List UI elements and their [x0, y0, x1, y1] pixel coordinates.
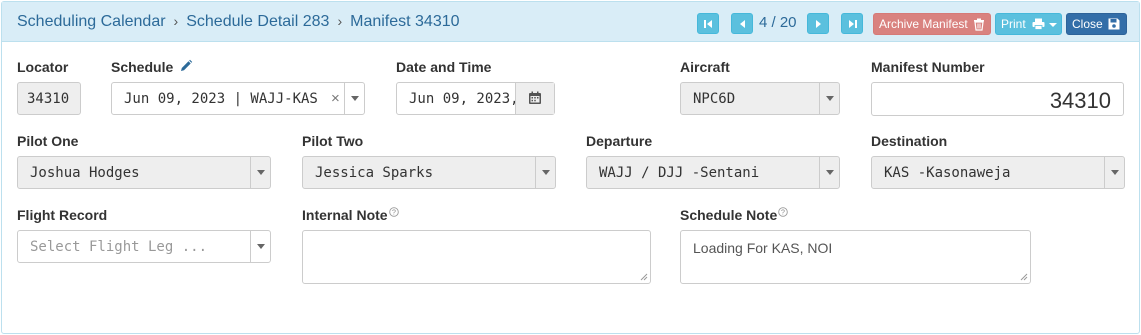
- calendar-button[interactable]: [515, 83, 554, 114]
- close-button[interactable]: Close: [1066, 13, 1127, 35]
- departure-label: Departure: [586, 133, 653, 149]
- pilot-one-label: Pilot One: [17, 133, 79, 149]
- manifest-number-value: 34310: [1049, 88, 1111, 113]
- departure-select[interactable]: WAJJ / DJJ -Sentani: [586, 156, 840, 189]
- chevron-down-icon[interactable]: [819, 83, 839, 114]
- pilot-one-value: Joshua Hodges: [30, 165, 140, 181]
- page-indicator: 4 / 20: [759, 14, 797, 31]
- pilot-one-select[interactable]: Joshua Hodges: [17, 156, 271, 189]
- internal-note-label: Internal Note?: [302, 207, 399, 223]
- archive-manifest-label: Archive Manifest: [879, 17, 968, 31]
- locator-value: 34310: [27, 91, 70, 107]
- help-icon[interactable]: ?: [388, 207, 399, 217]
- breadcrumb-separator: ›: [337, 13, 343, 29]
- chevron-down-icon[interactable]: [1104, 157, 1124, 188]
- svg-text:?: ?: [781, 210, 785, 217]
- destination-select[interactable]: KAS -Kasonaweja: [871, 156, 1125, 189]
- locator-field: 34310: [17, 82, 81, 115]
- date-time-label: Date and Time: [396, 59, 492, 75]
- internal-note-textarea[interactable]: [302, 230, 651, 284]
- destination-value: KAS -Kasonaweja: [884, 165, 1011, 181]
- floppy-disk-icon: [1108, 18, 1120, 30]
- date-time-field[interactable]: Jun 09, 2023, 0: [396, 82, 555, 115]
- last-page-button[interactable]: [841, 13, 863, 34]
- help-icon[interactable]: ?: [778, 207, 789, 217]
- aircraft-select[interactable]: NPC6D: [680, 82, 840, 115]
- clear-x-icon[interactable]: ×: [331, 90, 340, 107]
- print-label: Print: [1001, 17, 1026, 31]
- first-page-button[interactable]: [697, 13, 719, 34]
- schedule-value: Jun 09, 2023 | WAJJ-KAS |…: [124, 91, 324, 107]
- resize-grip-icon[interactable]: [1020, 273, 1028, 281]
- flight-record-select[interactable]: Select Flight Leg ...: [17, 230, 271, 263]
- manifest-number-label: Manifest Number: [871, 59, 985, 75]
- last-page-icon: [849, 20, 857, 28]
- trash-icon: [974, 18, 984, 31]
- schedule-label-text: Schedule: [111, 59, 174, 75]
- destination-label: Destination: [871, 133, 948, 149]
- schedule-note-label-text: Schedule Note: [680, 207, 778, 223]
- aircraft-label: Aircraft: [680, 59, 730, 75]
- pilot-two-value: Jessica Sparks: [315, 165, 434, 181]
- pilot-two-select[interactable]: Jessica Sparks: [302, 156, 556, 189]
- calendar-icon: [529, 91, 541, 104]
- chevron-down-icon[interactable]: [344, 83, 364, 114]
- breadcrumb: Scheduling Calendar › Schedule Detail 283 ›…: [17, 13, 460, 31]
- pencil-icon[interactable]: [179, 59, 193, 73]
- resize-grip-icon[interactable]: [640, 273, 648, 281]
- pilot-two-label: Pilot Two: [302, 133, 364, 149]
- svg-text:?: ?: [392, 210, 396, 217]
- schedule-note-label: Schedule Note?: [680, 207, 789, 223]
- manifest-number-field[interactable]: 34310: [871, 82, 1124, 116]
- breadcrumb-scheduling-calendar[interactable]: Scheduling Calendar: [17, 13, 166, 30]
- date-time-value: Jun 09, 2023, 0: [409, 91, 515, 107]
- manifest-panel: Scheduling Calendar › Schedule Detail 283 ›…: [1, 1, 1140, 334]
- flight-record-placeholder: Select Flight Leg ...: [30, 239, 208, 255]
- breadcrumb-schedule-detail[interactable]: Schedule Detail 283: [186, 13, 329, 30]
- flight-record-label: Flight Record: [17, 207, 108, 223]
- print-button[interactable]: Print: [995, 13, 1062, 35]
- internal-note-label-text: Internal Note: [302, 207, 388, 223]
- chevron-down-icon[interactable]: [819, 157, 839, 188]
- chevron-down-icon[interactable]: [250, 157, 270, 188]
- locator-label: Locator: [17, 59, 69, 75]
- prev-page-button[interactable]: [731, 13, 753, 34]
- schedule-note-value: Loading For KAS, NOI: [693, 240, 833, 256]
- archive-manifest-button[interactable]: Archive Manifest: [873, 13, 991, 35]
- first-page-icon: [704, 20, 712, 28]
- departure-value: WAJJ / DJJ -Sentani: [599, 165, 760, 181]
- breadcrumb-separator: ›: [173, 13, 179, 29]
- aircraft-value: NPC6D: [693, 91, 736, 107]
- next-page-icon: [816, 20, 821, 28]
- chevron-down-icon[interactable]: [535, 157, 555, 188]
- next-page-button[interactable]: [807, 13, 829, 34]
- printer-icon: [1032, 18, 1045, 30]
- prev-page-icon: [740, 20, 745, 28]
- chevron-down-icon[interactable]: [250, 231, 270, 262]
- panel-header: Scheduling Calendar › Schedule Detail 283 ›…: [2, 2, 1139, 42]
- chevron-down-icon: [1049, 23, 1057, 27]
- close-label: Close: [1072, 17, 1103, 31]
- schedule-note-textarea[interactable]: Loading For KAS, NOI: [680, 230, 1031, 284]
- schedule-label: Schedule: [111, 59, 193, 75]
- breadcrumb-manifest: Manifest 34310: [350, 13, 460, 30]
- schedule-select[interactable]: Jun 09, 2023 | WAJJ-KAS |… ×: [111, 82, 365, 115]
